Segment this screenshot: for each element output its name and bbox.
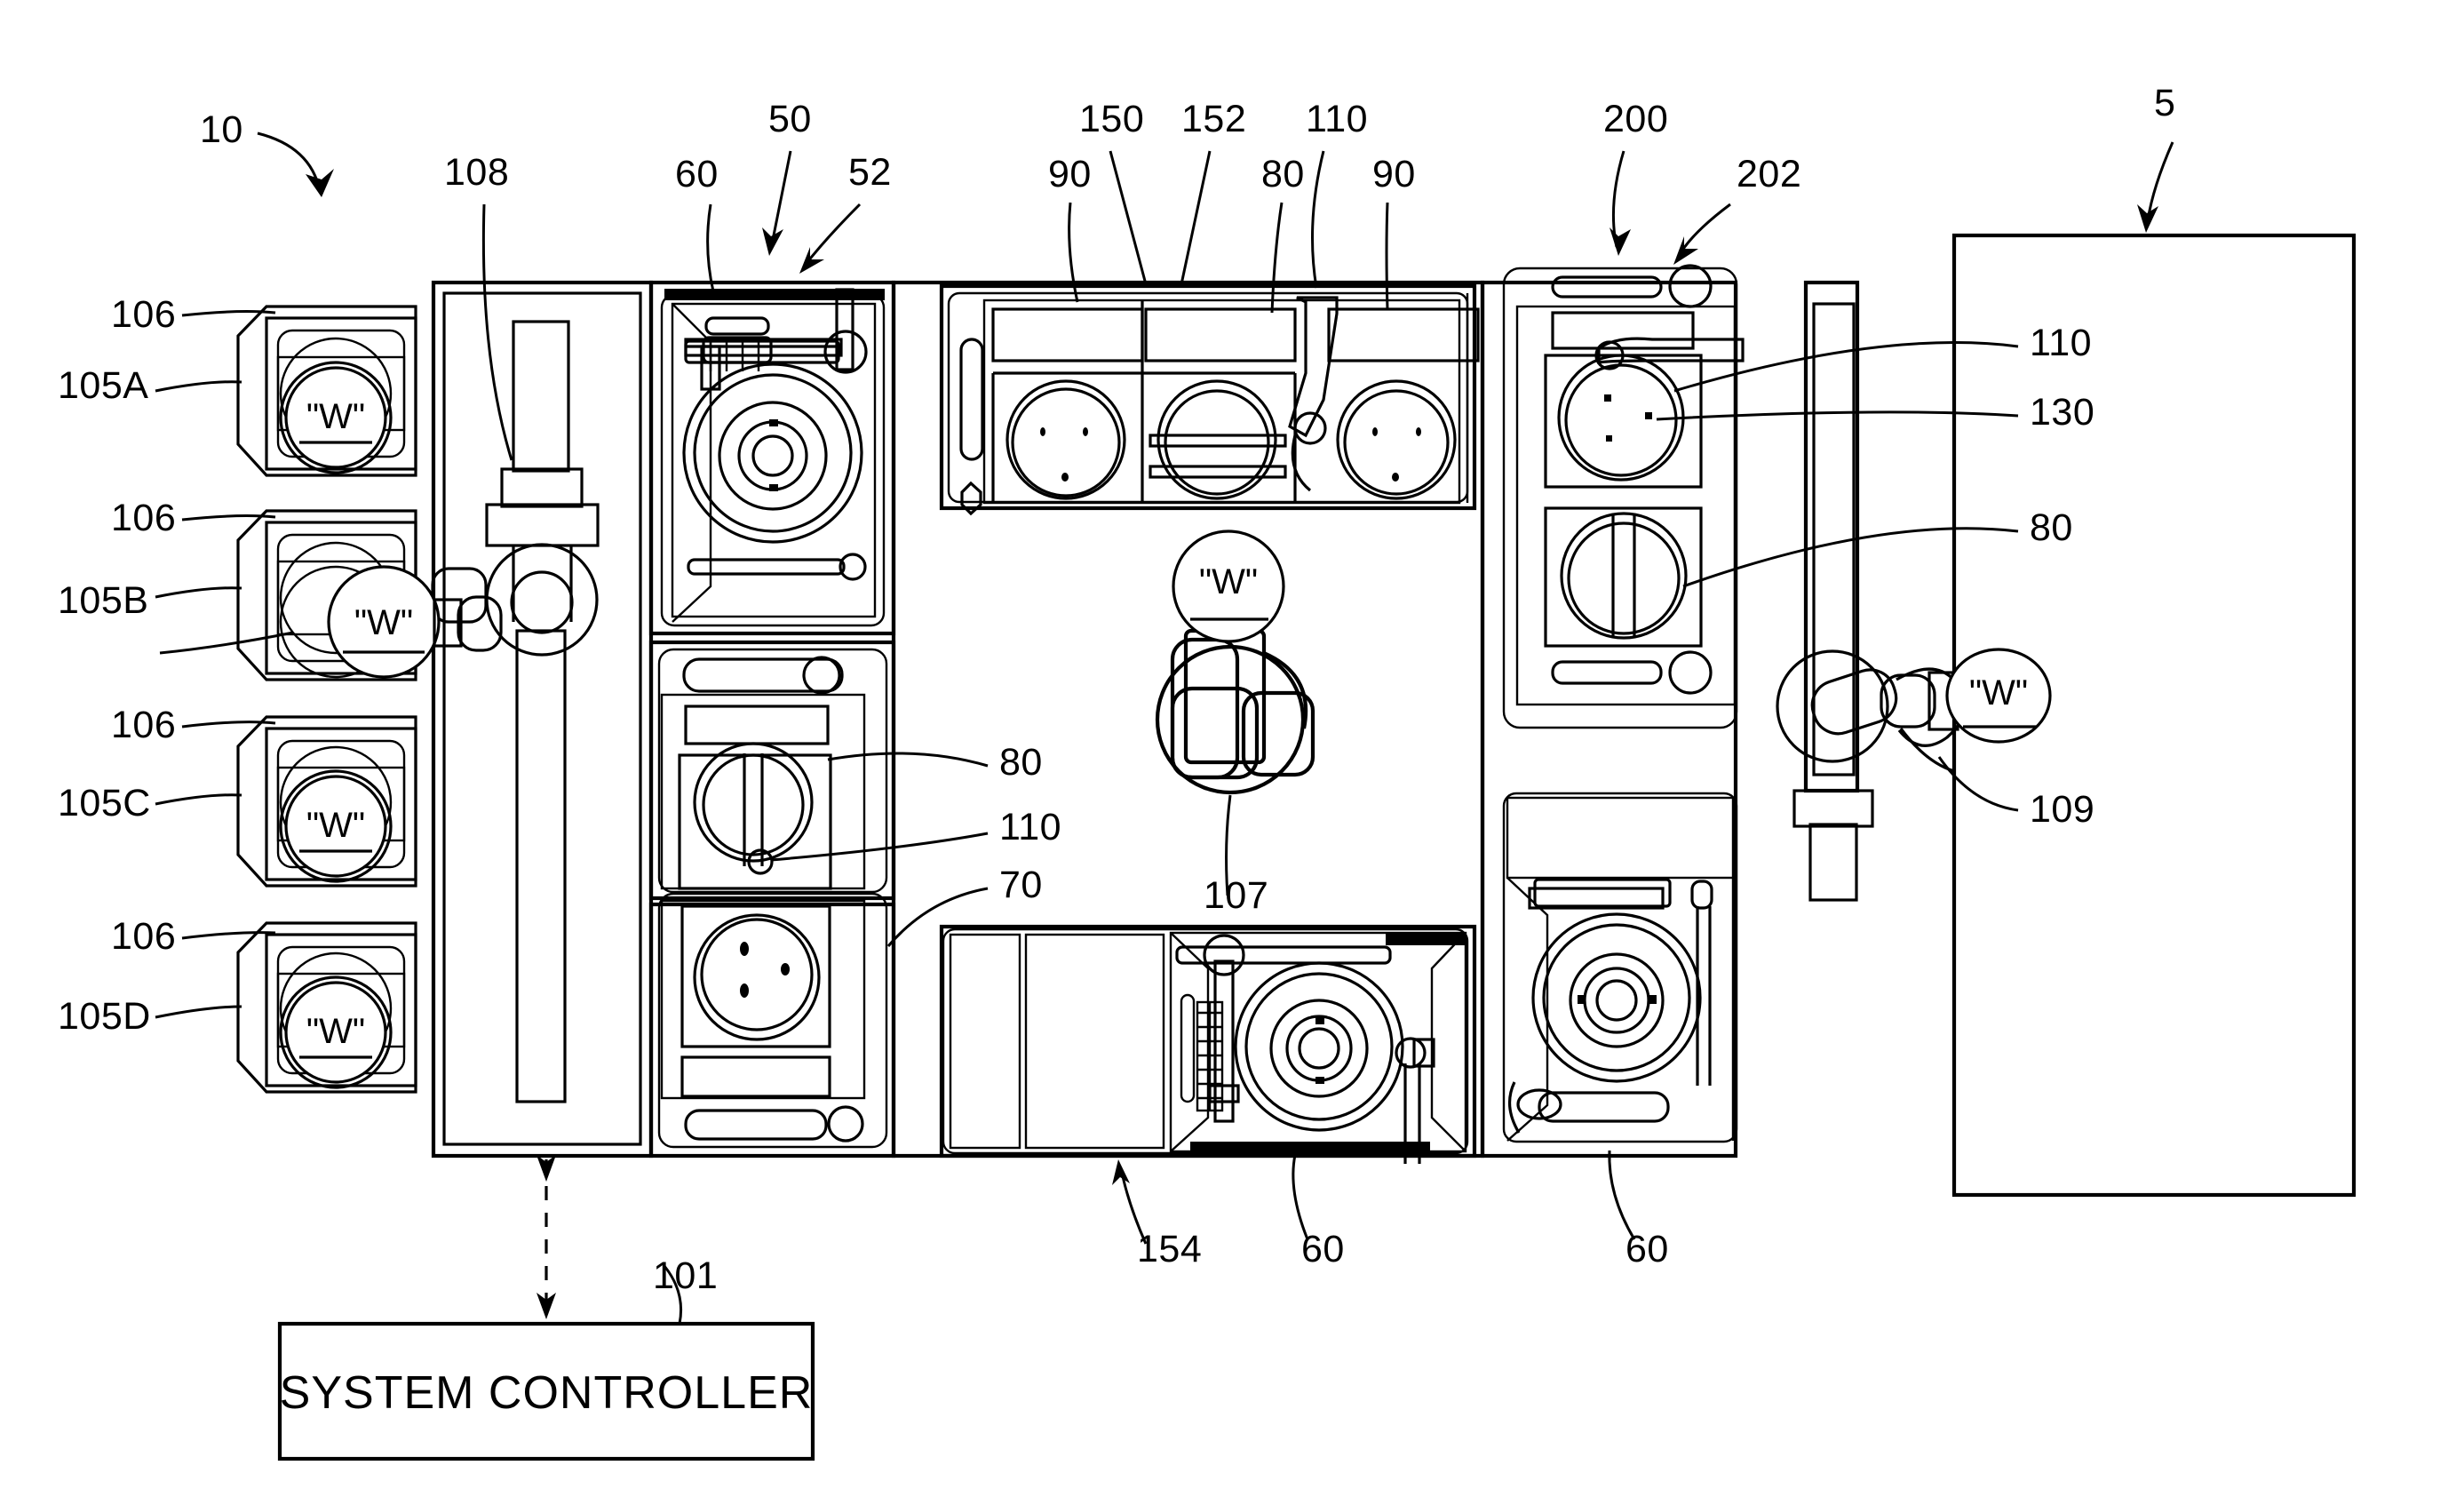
reference-numeral-105b-17: 105B — [58, 579, 148, 622]
transfer-robot-107[interactable] — [1155, 628, 1315, 795]
controller-link — [537, 1155, 556, 1319]
wafer-text: "W" — [306, 806, 365, 845]
reference-numeral-52-4: 52 — [848, 151, 892, 194]
module-150-152[interactable] — [939, 283, 1480, 516]
reference-numeral-10-0: 10 — [200, 108, 243, 151]
wafer-markers: "W" "W" "W" "W" "W" "W" — [284, 366, 2052, 1084]
wafer-text: "W" — [306, 397, 365, 436]
reference-numeral-60-31: 60 — [1301, 1228, 1345, 1270]
reference-numeral-110-22: 110 — [2030, 322, 2092, 364]
reference-numeral-105c-19: 105C — [58, 782, 151, 824]
reference-numeral-5-13: 5 — [2154, 82, 2175, 124]
reference-numeral-105a-15: 105A — [58, 364, 148, 407]
reference-numeral-105d-21: 105D — [58, 995, 151, 1038]
module-200-202[interactable] — [1480, 264, 1745, 1159]
process-chamber-70[interactable] — [648, 892, 896, 1159]
module-154[interactable] — [939, 924, 1477, 1164]
process-chamber-50[interactable] — [648, 280, 896, 636]
reference-numeral-50-3: 50 — [768, 98, 812, 140]
reference-numeral-130-23: 130 — [2030, 391, 2094, 434]
reference-numeral-110-7: 110 — [1306, 98, 1368, 140]
reference-numeral-80-9: 80 — [1261, 153, 1305, 195]
reference-numeral-106-16: 106 — [111, 497, 176, 539]
chamber-202[interactable] — [1502, 264, 1745, 729]
wafer-text: "W" — [1199, 562, 1258, 601]
reference-numeral-110-27: 110 — [999, 806, 1061, 848]
reference-numeral-106-20: 106 — [111, 915, 176, 958]
wafer-text: "W" — [354, 603, 413, 642]
reference-numeral-106-14: 106 — [111, 293, 176, 336]
wafer-marker-105d: "W" — [284, 981, 387, 1084]
reference-numeral-60-2: 60 — [675, 153, 719, 195]
right-robot-109[interactable] — [1776, 280, 1966, 902]
reference-numeral-106-18: 106 — [111, 704, 176, 746]
reference-numeral-109-25: 109 — [2030, 788, 2094, 831]
wafer-marker-105a: "W" — [284, 366, 387, 469]
reference-numeral-202-12: 202 — [1737, 153, 1801, 195]
main-system-body — [431, 280, 654, 1159]
wafer-marker-109: "W" — [1945, 648, 2052, 744]
wafer-text: "W" — [1969, 673, 2028, 713]
reference-numeral-80-24: 80 — [2030, 506, 2073, 549]
wafer-marker-105b: "W" — [327, 565, 441, 679]
system-controller-label: SYSTEM CONTROLLER — [280, 1367, 814, 1419]
reference-numeral-90-8: 90 — [1048, 153, 1092, 195]
patent-figure-root: "W" "W" "W" "W" "W" "W" 10 108 60 50 52 … — [0, 0, 2464, 1489]
wafer-text: "W" — [306, 1012, 365, 1051]
reference-numeral-152-6: 152 — [1181, 98, 1246, 140]
wafer-marker-105c: "W" — [284, 775, 387, 878]
reference-numeral-108-1: 108 — [444, 151, 509, 194]
reference-numeral-70-28: 70 — [999, 864, 1043, 906]
efem-robot-108[interactable] — [431, 320, 600, 1103]
reference-numeral-60-32: 60 — [1625, 1228, 1669, 1270]
figure-drawing: "W" "W" "W" "W" "W" "W" 10108 605052150 … — [58, 82, 2357, 1461]
chamber-60-right[interactable] — [1502, 792, 1738, 1143]
reference-numeral-154-30: 154 — [1137, 1228, 1202, 1270]
reference-numeral-90-10: 90 — [1372, 153, 1416, 195]
reference-numeral-200-11: 200 — [1603, 98, 1668, 140]
reference-numeral-101-33: 101 — [653, 1254, 718, 1297]
reference-numeral-80-26: 80 — [999, 741, 1043, 784]
reference-numeral-150-5: 150 — [1079, 98, 1144, 140]
wafer-marker-107: "W" — [1172, 530, 1285, 643]
reference-numeral-107-29: 107 — [1204, 874, 1268, 917]
